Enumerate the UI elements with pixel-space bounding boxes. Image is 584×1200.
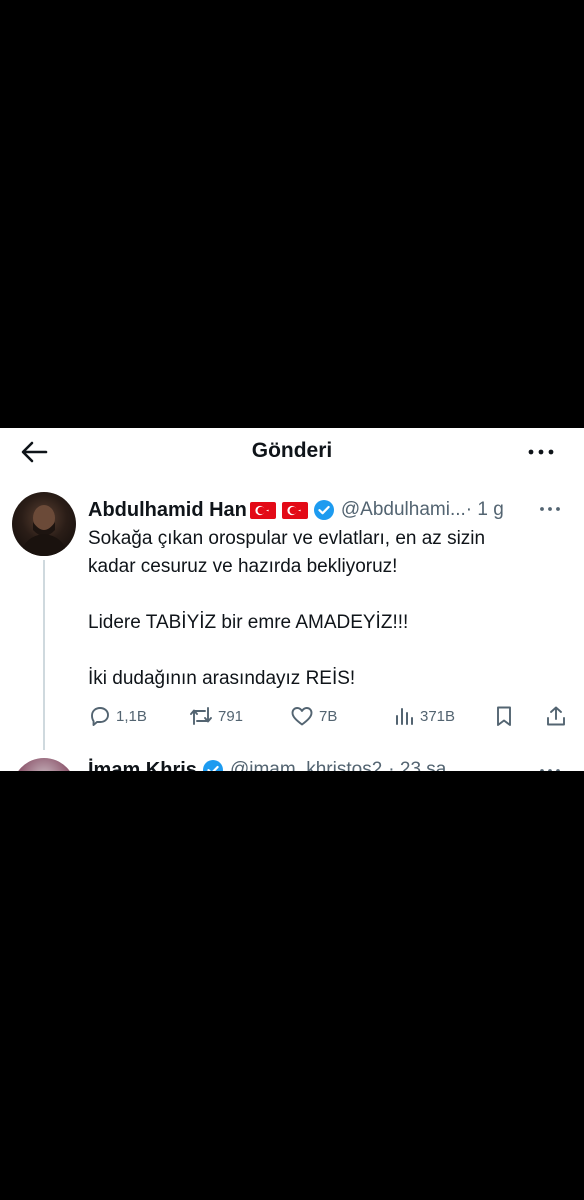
views-button[interactable]: 371B [392,702,455,730]
reply-icon [91,707,109,726]
more-horizontal-icon [540,769,560,771]
like-button[interactable]: 7B [289,702,337,730]
bookmark-button[interactable] [492,702,516,730]
retweet-icon [190,707,212,725]
tweet-more-button[interactable] [537,498,563,520]
thread-connector-line [43,560,45,750]
tweet-text-line: Lidere TABİYİZ bir emre AMADEYİZ!!! [88,612,409,633]
view-count: 371B [420,707,456,725]
reply-author-name[interactable]: İmam Khris [88,759,197,772]
tweet-detail-screen: Gönderi Abdulhamid Han @Abdulhami... · 1… [0,428,584,771]
verified-badge-icon [202,760,223,771]
reply-author-handle[interactable]: @imam_khristos2 [230,759,382,771]
turkey-flag-icon [281,501,308,519]
like-count: 7B [319,707,338,725]
analytics-icon [396,708,413,725]
tweet-body: Sokağa çıkan orospular ve evlatları, en … [88,525,558,693]
reply-time[interactable]: · 23 sa [388,759,446,771]
tweet-text-line: kadar cesuruz ve hazırda bekliyoruz! [88,556,398,577]
reply-header: İmam Khris @imam_khristos2 · 23 sa [88,758,568,771]
tweet-time[interactable]: · 1 g [466,499,504,521]
share-button[interactable] [544,702,568,730]
verified-badge-icon [313,500,334,520]
heart-icon [291,707,313,726]
more-vertical-icon [528,449,554,455]
more-options-button[interactable] [526,440,556,464]
reply-count: 1,1B [116,707,147,725]
reply-more-button[interactable] [537,760,563,771]
page-title: Gönderi [251,439,333,462]
top-navigation-bar: Gönderi [0,428,584,474]
retweet-button[interactable]: 791 [188,702,243,730]
reply-author-avatar[interactable] [12,758,76,771]
tweet-header: Abdulhamid Han @Abdulhami... · 1 g [88,498,568,522]
author-avatar[interactable] [12,492,76,556]
turkey-flag-icon [249,501,276,519]
bookmark-icon [497,706,511,726]
avatar-portrait [20,505,68,556]
author-handle[interactable]: @Abdulhami... [341,499,466,521]
author-name[interactable]: Abdulhamid Han [88,499,247,522]
tweet-text-line: İki dudağının arasındayız REİS! [88,668,356,689]
reply-button[interactable]: 1,1B [88,702,147,730]
share-icon [547,706,565,726]
more-horizontal-icon [540,507,560,511]
retweet-count: 791 [218,707,244,725]
tweet-actions-bar: 1,1B 791 7B 371B [88,702,578,730]
tweet-text-line: Sokağa çıkan orospular ve evlatları, en … [88,528,486,549]
